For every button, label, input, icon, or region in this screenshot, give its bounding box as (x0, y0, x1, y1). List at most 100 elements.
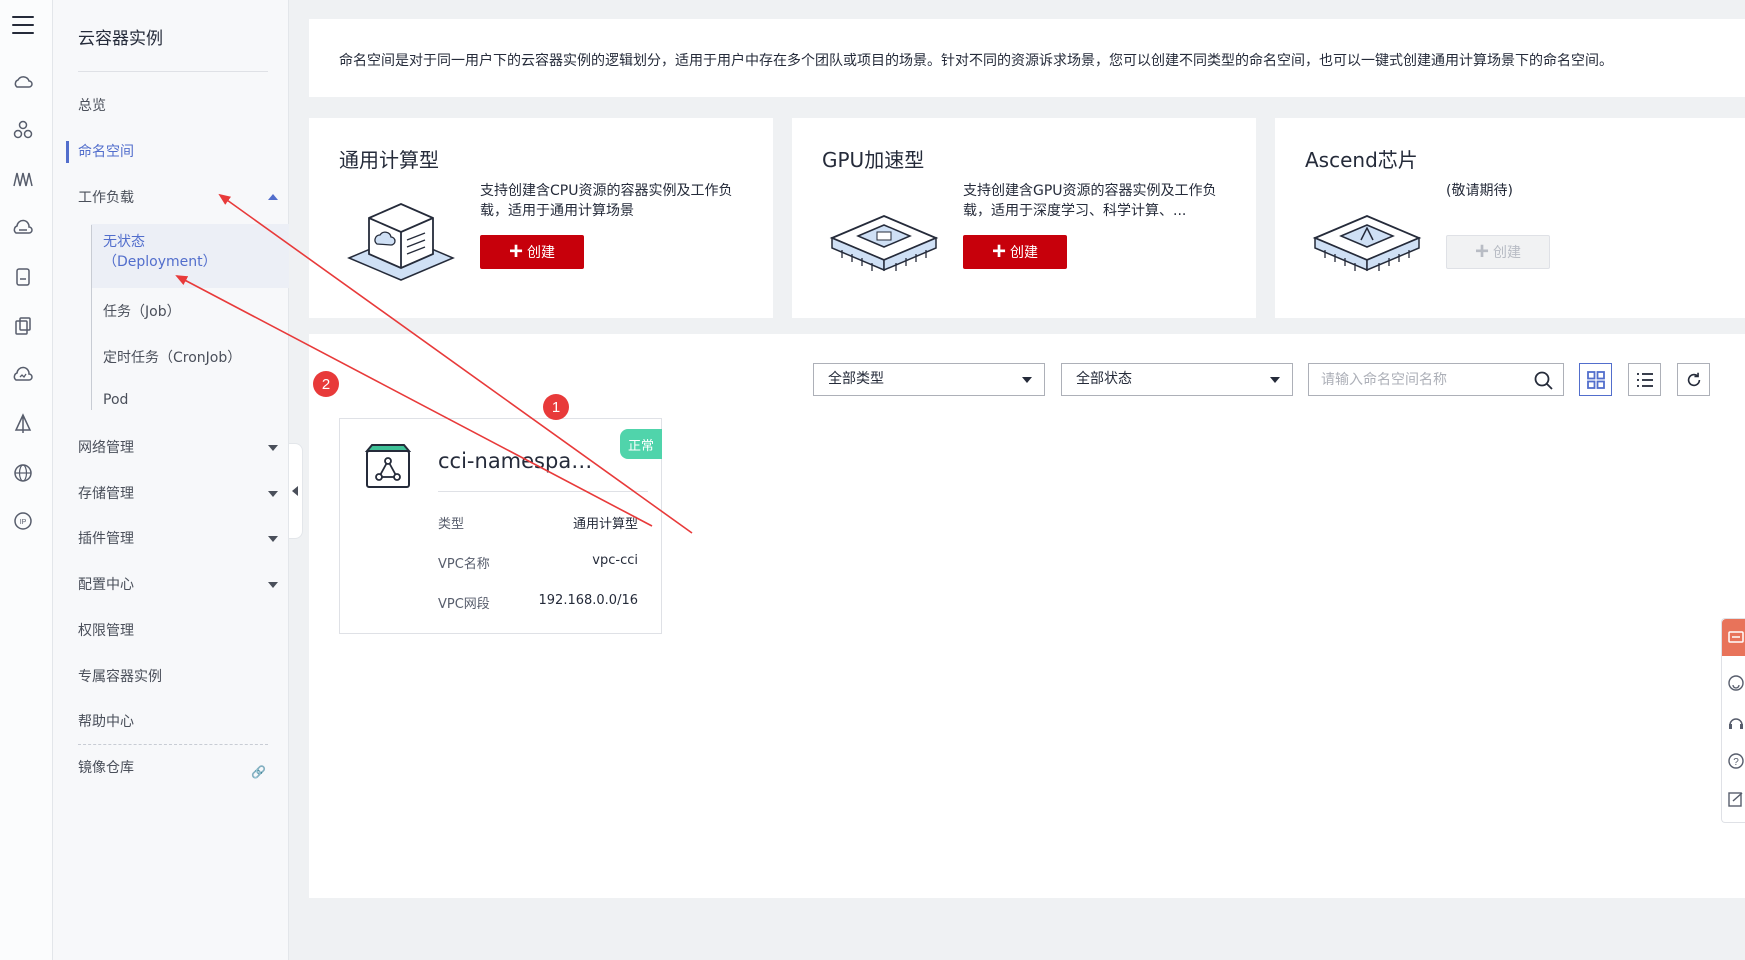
sidebar-item-label: 存储管理 (78, 486, 134, 502)
dropdown-arrow-icon (1022, 377, 1032, 383)
sub-item-label: 无状态 (103, 234, 145, 250)
help-icon[interactable]: ? (1727, 752, 1745, 770)
sidebar-item-label: 配置中心 (78, 577, 134, 593)
edit-icon[interactable] (1727, 790, 1745, 808)
row-value: 192.168.0.0/16 (538, 593, 639, 608)
row-value: vpc-cci (592, 553, 638, 568)
namespace-search-input[interactable] (1308, 363, 1564, 396)
sidebar-item-network[interactable]: 网络管理 (78, 437, 278, 459)
create-ascend-button: + 创建 (1446, 235, 1550, 269)
sidebar-item-permission[interactable]: 权限管理 (78, 620, 278, 642)
grid-view-button[interactable] (1579, 363, 1612, 396)
chevron-down-icon (268, 536, 278, 542)
status-filter-select[interactable]: 全部状态 (1061, 363, 1293, 396)
service-sidebar: 云容器实例 总览 命名空间 工作负载 无状态 （Deployment） 任务（J… (53, 0, 289, 960)
button-label: 创建 (527, 244, 555, 260)
sidebar-item-help[interactable]: 帮助中心 (78, 711, 278, 733)
sidebar-item-config[interactable]: 配置中心 (78, 574, 278, 596)
sidebar-dashed-divider (78, 744, 268, 745)
card-ascend-chip: Ascend芯片 (敬请期待) + 创建 (1275, 118, 1745, 318)
status-badge: 正常 (620, 429, 662, 459)
row-value: 通用计算型 (572, 517, 638, 532)
chevron-down-icon (268, 582, 278, 588)
sidebar-item-workload[interactable]: 工作负载 (78, 187, 278, 209)
card-title: 通用计算型 (339, 148, 439, 172)
gpu-chip-illustration (829, 215, 939, 272)
create-general-button[interactable]: + 创建 (480, 235, 584, 269)
sidebar-subitem-deployment[interactable]: 无状态 （Deployment） (103, 232, 217, 272)
floating-toolbar: ? (1721, 618, 1745, 823)
sidebar-item-namespace[interactable]: 命名空间 (78, 141, 278, 163)
dropdown-arrow-icon (1270, 377, 1280, 383)
card-description: 支持创建含CPU资源的容器实例及工作负载，适用于通用计算场景 (480, 183, 733, 219)
chat-icon (1728, 631, 1744, 643)
card-divider (438, 491, 648, 492)
cloud-storage-icon[interactable] (12, 218, 34, 240)
sidebar-item-dedicated[interactable]: 专属容器实例 (78, 666, 278, 688)
cloud-monitor-icon[interactable] (12, 364, 34, 386)
plus-icon: + (508, 238, 523, 265)
sidebar-divider (78, 71, 268, 72)
copy-icon[interactable] (12, 315, 34, 337)
list-view-icon (1636, 372, 1653, 387)
grid-view-icon (1586, 370, 1605, 389)
card-title: Ascend芯片 (1305, 148, 1418, 172)
type-filter-select[interactable]: 全部类型 (813, 363, 1045, 396)
general-compute-illustration (347, 203, 455, 281)
namespace-list-panel: 全部类型 全部状态 cci-namesp (309, 334, 1745, 898)
chevron-down-icon (268, 491, 278, 497)
sidebar-subitem-pod[interactable]: Pod (103, 392, 128, 408)
sub-item-label-secondary: （Deployment） (103, 254, 217, 270)
sidebar-collapse-toggle[interactable] (289, 443, 303, 539)
namespace-name[interactable]: cci-namespace... (438, 449, 598, 473)
annotation-badge-1: 1 (543, 394, 569, 420)
external-link-icon: 🔗 (251, 765, 266, 779)
ip-icon[interactable]: IP (12, 510, 34, 532)
intro-text: 命名空间是对于同一用户下的云容器实例的逻辑划分，适用于用户中存在多个团队或项目的… (339, 53, 1613, 69)
cluster-icon[interactable] (12, 119, 34, 141)
card-gpu-accelerated: GPU加速型 支持创建含GPU资源的容器实例及工作负载，适用于深度学习、科学计算… (792, 118, 1256, 318)
sidebar-item-storage[interactable]: 存储管理 (78, 483, 278, 505)
ascend-chip-illustration (1312, 215, 1422, 272)
globe-icon[interactable] (12, 462, 34, 484)
namespace-icon (364, 444, 412, 488)
svg-text:?: ? (1733, 757, 1739, 768)
hamburger-menu-icon[interactable] (12, 16, 34, 36)
cloud-service-icon[interactable] (12, 72, 34, 94)
document-icon[interactable] (12, 266, 34, 288)
sidebar-subitem-cronjob[interactable]: 定时任务（CronJob） (103, 347, 241, 367)
card-title: GPU加速型 (822, 148, 925, 172)
sidebar-item-image-repo[interactable]: 镜像仓库 🔗 (78, 757, 278, 779)
sidebar-item-label: 镜像仓库 (78, 760, 134, 776)
sail-icon[interactable] (12, 413, 34, 435)
sidebar-item-label: 工作负载 (78, 190, 134, 206)
select-value: 全部类型 (828, 371, 884, 387)
sidebar-item-overview[interactable]: 总览 (78, 95, 278, 117)
create-gpu-button[interactable]: + 创建 (963, 235, 1067, 269)
active-indicator (66, 141, 69, 163)
search-icon[interactable] (1533, 370, 1555, 392)
sidebar-title: 云容器实例 (78, 29, 163, 49)
chevron-down-icon (268, 445, 278, 451)
feedback-button[interactable] (1722, 619, 1745, 656)
sidebar-item-plugin[interactable]: 插件管理 (78, 528, 278, 550)
sub-menu-guide-line (91, 225, 92, 410)
row-key: VPC名称 (438, 557, 490, 572)
refresh-icon (1687, 372, 1700, 386)
refresh-button[interactable] (1677, 363, 1710, 396)
card-general-compute: 通用计算型 支持创建含CPU资源的容器实例及工作负载，适用于通用计算场景 + 创… (309, 118, 773, 318)
svg-text:IP: IP (20, 519, 27, 526)
sidebar-subitem-job[interactable]: 任务（Job） (103, 301, 181, 321)
card-description: (敬请期待) (1446, 183, 1513, 199)
sidebar-item-label: 插件管理 (78, 531, 134, 547)
smile-icon[interactable] (1727, 674, 1745, 692)
button-label: 创建 (1493, 244, 1521, 260)
network-icon[interactable] (12, 168, 34, 190)
sidebar-item-label: 网络管理 (78, 440, 134, 456)
card-description: 支持创建含GPU资源的容器实例及工作负载，适用于深度学习、科学计算、... (963, 183, 1217, 219)
chevron-up-icon (268, 194, 278, 200)
list-view-button[interactable] (1628, 363, 1661, 396)
row-key: VPC网段 (438, 597, 490, 612)
headset-icon[interactable] (1727, 714, 1745, 732)
namespace-card[interactable]: cci-namespace... 正常 类型 通用计算型 VPC名称 vpc-c… (339, 418, 662, 634)
